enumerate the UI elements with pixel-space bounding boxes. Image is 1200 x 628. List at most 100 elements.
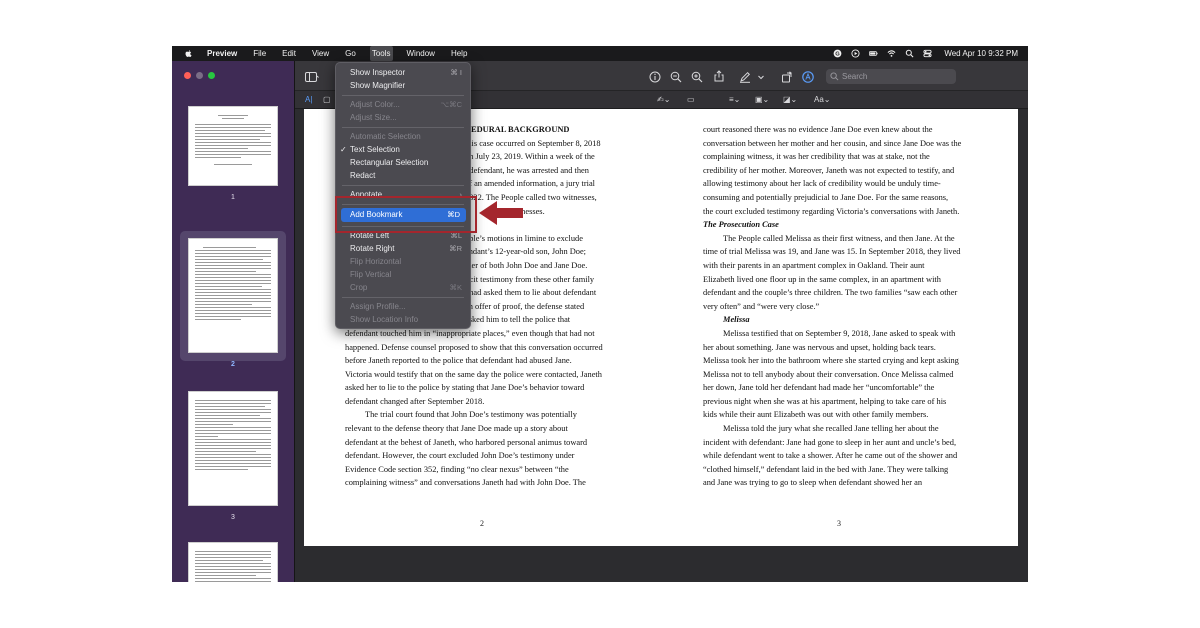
play-icon[interactable] <box>851 49 860 58</box>
share-icon[interactable] <box>713 69 725 82</box>
menu-item-adjust-size: Adjust Size... <box>350 113 397 122</box>
text-line: The trial court found that John Doe’s te… <box>365 410 577 420</box>
text-line: Elizabeth lived one floor up in the same… <box>703 274 941 284</box>
menu-tools[interactable]: Tools <box>369 46 393 61</box>
search-input[interactable]: Search <box>826 69 956 84</box>
menu-bar-clock[interactable]: Wed Apr 10 9:32 PM <box>944 49 1018 58</box>
text-line: consuming and potentially prejudicial to… <box>703 192 949 202</box>
menu-item-rotate-right[interactable]: Rotate Right ⌘R <box>336 242 470 255</box>
menu-separator <box>342 185 464 186</box>
signature-icon[interactable]: ✍︎⌄ <box>657 94 670 106</box>
markup-pen-icon[interactable] <box>739 70 751 83</box>
zoom-out-icon[interactable] <box>670 70 682 83</box>
menu-window[interactable]: Window <box>405 46 437 61</box>
menu-edit[interactable]: Edit <box>280 46 298 61</box>
checkmark-icon: ✓ <box>340 145 347 154</box>
text-line: Victoria would testify that on the same … <box>345 369 602 379</box>
search-placeholder: Search <box>842 72 868 81</box>
text-line: The People called Melissa as their first… <box>723 233 955 243</box>
line-style-icon[interactable]: ≡⌄ <box>729 94 740 106</box>
menu-item-show-magnifier[interactable]: Show Magnifier <box>336 79 470 92</box>
minimize-window-button[interactable] <box>196 72 203 79</box>
menu-view[interactable]: View <box>310 46 331 61</box>
text-line: Melissa testified that on September 9, 2… <box>723 328 956 338</box>
text-line: her down, Jane told her defendant had ma… <box>703 383 935 393</box>
menu-item-flip-vertical: Flip Vertical <box>350 270 392 279</box>
page-thumbnail-image <box>188 238 278 353</box>
text-line: Melissa <box>723 315 750 325</box>
page-number-label: 1 <box>231 194 235 201</box>
page-thumbnail-4[interactable] <box>188 542 278 582</box>
text-line: her about something. Jane was nervous an… <box>703 342 936 352</box>
text-line: defendant changed after September 2018. <box>345 396 485 406</box>
search-icon <box>830 72 839 81</box>
preview-window: Preview File Edit View Go Tools Window H… <box>172 46 1028 582</box>
text-line: happened. Defense counsel proposed to sh… <box>345 342 603 352</box>
text-line: court reasoned there was no evidence Jan… <box>703 125 933 134</box>
menu-item-rectangular-selection[interactable]: Rectangular Selection <box>336 156 470 169</box>
menu-item-assign-profile: Assign Profile... <box>350 302 406 311</box>
zoom-window-button[interactable] <box>208 72 215 79</box>
control-center-icon[interactable] <box>923 49 932 58</box>
sidebar-toggle-icon[interactable] <box>305 70 319 82</box>
spotlight-search-icon[interactable] <box>905 49 914 58</box>
wifi-icon[interactable] <box>887 49 896 58</box>
menu-item-redact[interactable]: Redact <box>336 169 470 182</box>
page-thumbnail-image <box>188 542 278 582</box>
menu-item-flip-horizontal: Flip Horizontal <box>350 257 402 266</box>
text-line: Melissa told the jury what she recalled … <box>723 424 939 434</box>
zoom-in-icon[interactable] <box>691 70 703 83</box>
text-line: kids while their aunt Elizabeth was out … <box>703 410 929 420</box>
markup-toolbar-icon[interactable] <box>802 70 814 83</box>
text-line: very often” and “were very close.” <box>703 301 820 311</box>
text-selection-icon[interactable]: A| <box>305 94 312 106</box>
page-thumbnail-3[interactable]: 3 <box>188 391 278 521</box>
text-line: complaining witness” and conversations J… <box>345 478 586 488</box>
chevron-down-icon[interactable] <box>757 70 765 82</box>
text-line: before Janeth reported to the police tha… <box>345 356 572 366</box>
menu-item-adjust-color: Adjust Color... ⌥⌘C <box>350 100 462 109</box>
text-style-label: Aa <box>814 95 824 104</box>
text-line: Melissa not to tell anybody about their … <box>703 369 954 379</box>
text-line: complaining witness, it was her credibil… <box>703 152 930 162</box>
page-box-icon[interactable]: ▭ <box>687 94 695 106</box>
menu-app-preview[interactable]: Preview <box>205 46 239 61</box>
highlight-box <box>335 196 477 233</box>
menu-item-automatic-selection: Automatic Selection <box>350 132 421 141</box>
fill-color-icon[interactable]: ◪⌄ <box>783 94 797 106</box>
menu-go[interactable]: Go <box>343 46 358 61</box>
page-thumbnail-image <box>188 106 278 186</box>
menu-item-text-selection[interactable]: ✓ Text Selection <box>336 143 470 156</box>
text-line: defendant. However, the court excluded J… <box>345 451 575 461</box>
menu-separator <box>342 95 464 96</box>
text-line: and Jane was trying to go to sleep when … <box>703 478 923 488</box>
text-line: The Prosecution Case <box>703 220 779 230</box>
menu-help[interactable]: Help <box>449 46 469 61</box>
info-icon[interactable] <box>649 70 661 83</box>
rotate-icon[interactable] <box>781 70 793 83</box>
battery-icon[interactable] <box>869 49 878 58</box>
rectangle-selection-icon[interactable]: ▢ <box>323 94 331 106</box>
red-arrow-icon <box>479 201 523 225</box>
text-line: allowing testimony about her lack of cre… <box>703 179 941 189</box>
text-line: defendant and the couple’s three childre… <box>703 288 958 298</box>
page-thumbnail-2[interactable]: 2 <box>188 238 278 368</box>
text-line: previous night when she was at his apart… <box>703 396 947 406</box>
page-thumbnail-1[interactable]: 1 <box>188 106 278 201</box>
border-color-icon[interactable]: ▣⌄ <box>755 94 769 106</box>
text-line: conversation between her mother and her … <box>703 138 962 148</box>
text-line: with their parents in an apartment compl… <box>703 260 925 270</box>
grammarly-icon[interactable]: G <box>833 49 842 58</box>
page-number-label: 2 <box>231 361 235 368</box>
text-line: time of trial Melissa was 19, and Jane w… <box>703 247 961 257</box>
text-line: Evidence Code section 352, finding “no c… <box>345 464 569 474</box>
menu-item-show-inspector[interactable]: Show Inspector ⌘ I <box>336 66 470 79</box>
left-page-number: 2 <box>480 519 484 528</box>
svg-text:G: G <box>836 52 841 58</box>
menu-file[interactable]: File <box>251 46 268 61</box>
apple-icon[interactable] <box>184 49 193 58</box>
text-line: credibility of her mother. Moreover, Jan… <box>703 165 955 175</box>
text-style-button[interactable]: Aa⌄ <box>814 94 831 106</box>
close-window-button[interactable] <box>184 72 191 79</box>
text-line: “clothed himself,” defendant laid in the… <box>703 464 949 474</box>
